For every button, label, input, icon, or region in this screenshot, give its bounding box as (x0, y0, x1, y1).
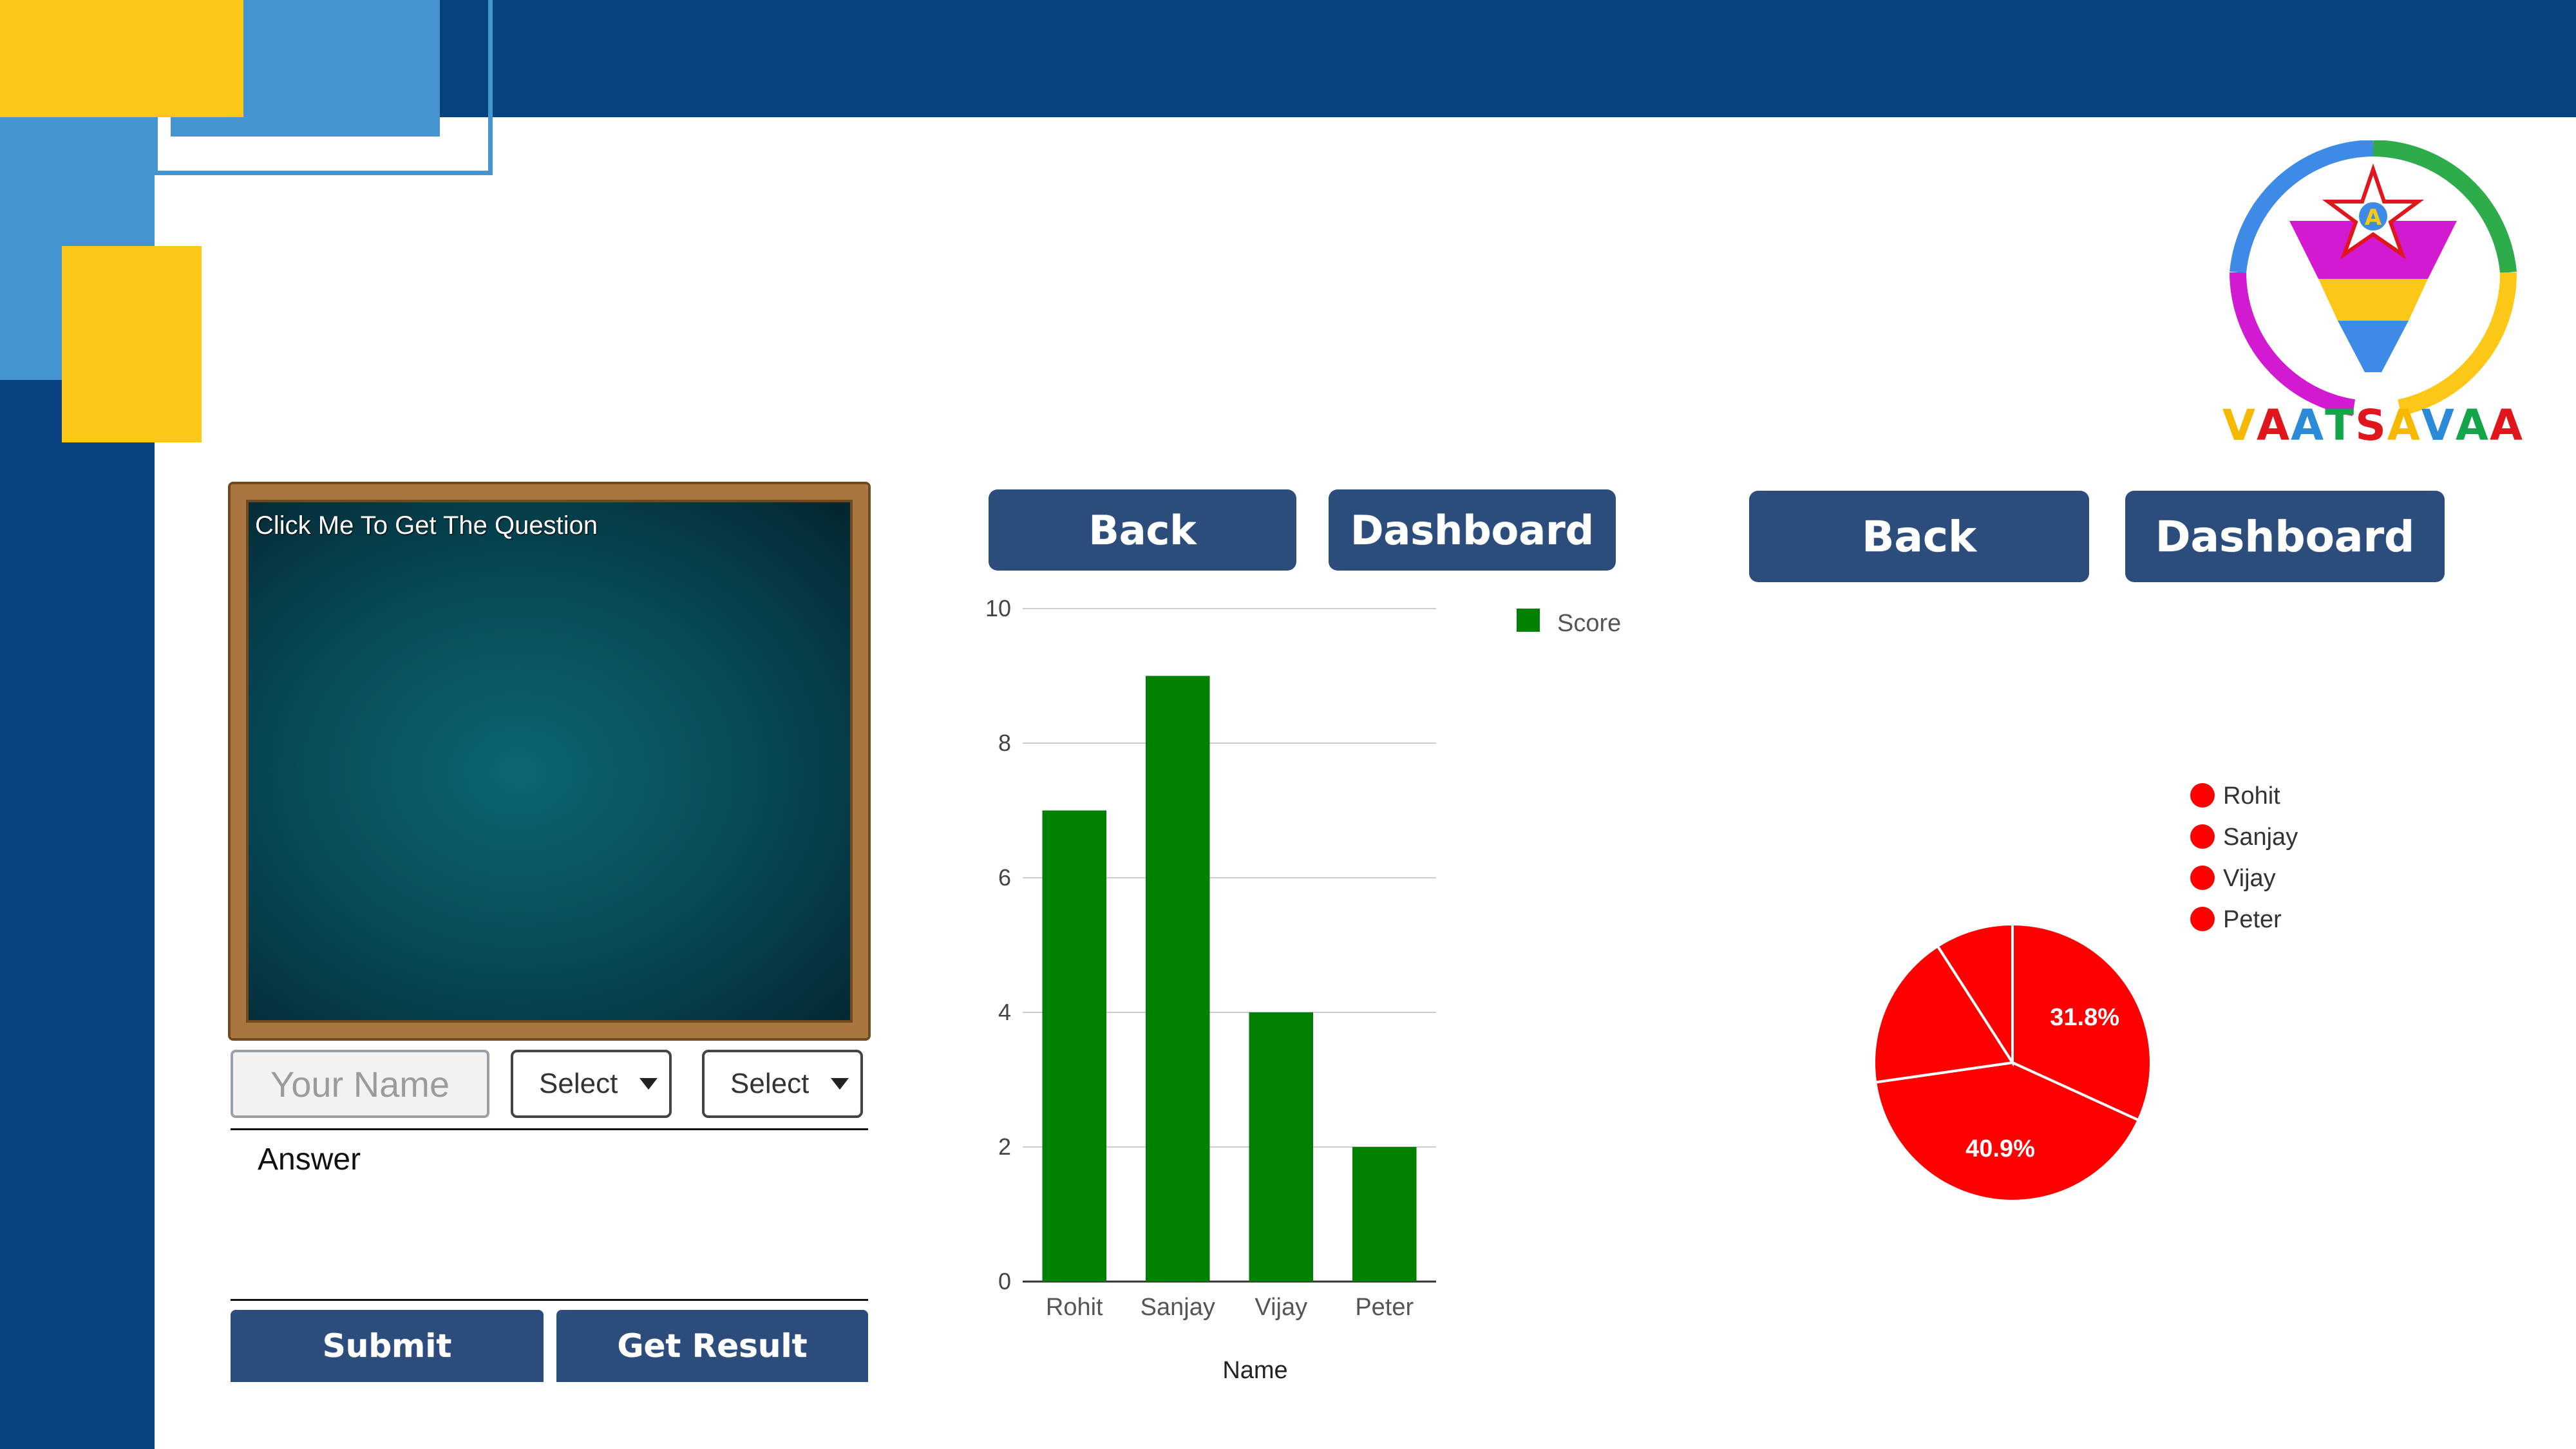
legend-label: Sanjay (2223, 824, 2298, 851)
decor-yellow-left-square (62, 246, 202, 442)
question-prompt[interactable]: Click Me To Get The Question (255, 511, 598, 540)
logo-letter: V (2222, 401, 2257, 450)
select-dropdown-1[interactable]: Select (511, 1050, 672, 1118)
y-tick-label: 4 (998, 999, 1011, 1025)
get-result-button[interactable]: Get Result (556, 1310, 868, 1382)
logo-letter: A (2490, 401, 2524, 450)
x-tick-label: Vijay (1255, 1294, 1307, 1321)
question-chalkboard[interactable]: Click Me To Get The Question (231, 484, 868, 1038)
caret-down-icon (831, 1078, 849, 1090)
legend-label: Peter (2223, 906, 2282, 933)
legend-label: Rohit (2223, 782, 2280, 810)
legend-dot (2190, 783, 2215, 808)
y-tick-label: 6 (998, 864, 1011, 891)
dashboard-button-right[interactable]: Dashboard (2125, 491, 2445, 582)
legend-dot (2190, 907, 2215, 931)
pie-percent-label: 31.8% (2050, 1004, 2119, 1031)
logo-letter: A (2455, 401, 2490, 450)
y-tick-label: 0 (998, 1268, 1011, 1294)
x-tick-label: Sanjay (1141, 1294, 1215, 1321)
score-pie-chart: 31.8% 40.9% Rohit Sanjay Vijay Peter (1873, 782, 2298, 1202)
caret-down-icon (639, 1078, 658, 1090)
decor-yellow-top-square (0, 0, 243, 117)
logo-wordmark: VAATSAVAA (2215, 401, 2531, 450)
select-2-value: Select (730, 1068, 810, 1099)
y-tick-label: 10 (985, 595, 1011, 621)
legend-dot (2190, 824, 2215, 849)
score-bar-chart: 0 2 4 6 8 10 Rohit Sanjay Vijay Peter Name Score (985, 595, 1621, 1384)
logo-letter: V (2421, 401, 2456, 450)
legend-swatch (1517, 609, 1540, 632)
logo-letter: A (2387, 401, 2421, 450)
select-1-value: Select (539, 1068, 618, 1099)
legend-label: Vijay (2223, 865, 2276, 892)
submit-button[interactable]: Submit (231, 1310, 544, 1382)
bar (1145, 676, 1210, 1282)
bar (1249, 1012, 1314, 1282)
answer-textarea[interactable]: Answer (231, 1128, 868, 1301)
x-tick-label: Peter (1355, 1294, 1414, 1321)
bar (1352, 1147, 1417, 1282)
pie-percent-label: 40.9% (1965, 1135, 2035, 1162)
logo-letter: A (2256, 401, 2291, 450)
dashboard-button-left[interactable]: Dashboard (1329, 489, 1616, 571)
bar (1042, 810, 1107, 1282)
y-tick-label: 2 (998, 1133, 1011, 1160)
back-button-left[interactable]: Back (989, 489, 1296, 571)
name-input[interactable] (231, 1050, 489, 1118)
select-dropdown-2[interactable]: Select (702, 1050, 863, 1118)
logo-letter: A (2291, 401, 2325, 450)
logo-letter: S (2355, 401, 2387, 450)
legend-dot (2190, 866, 2215, 890)
logo-letter: T (2325, 401, 2356, 450)
x-axis-label: Name (1222, 1357, 1287, 1384)
logo-star-letter: A (2365, 205, 2382, 231)
legend-label: Score (1557, 610, 1621, 637)
y-tick-label: 8 (998, 730, 1011, 756)
back-button-right[interactable]: Back (1749, 491, 2089, 582)
x-tick-label: Rohit (1046, 1294, 1103, 1321)
